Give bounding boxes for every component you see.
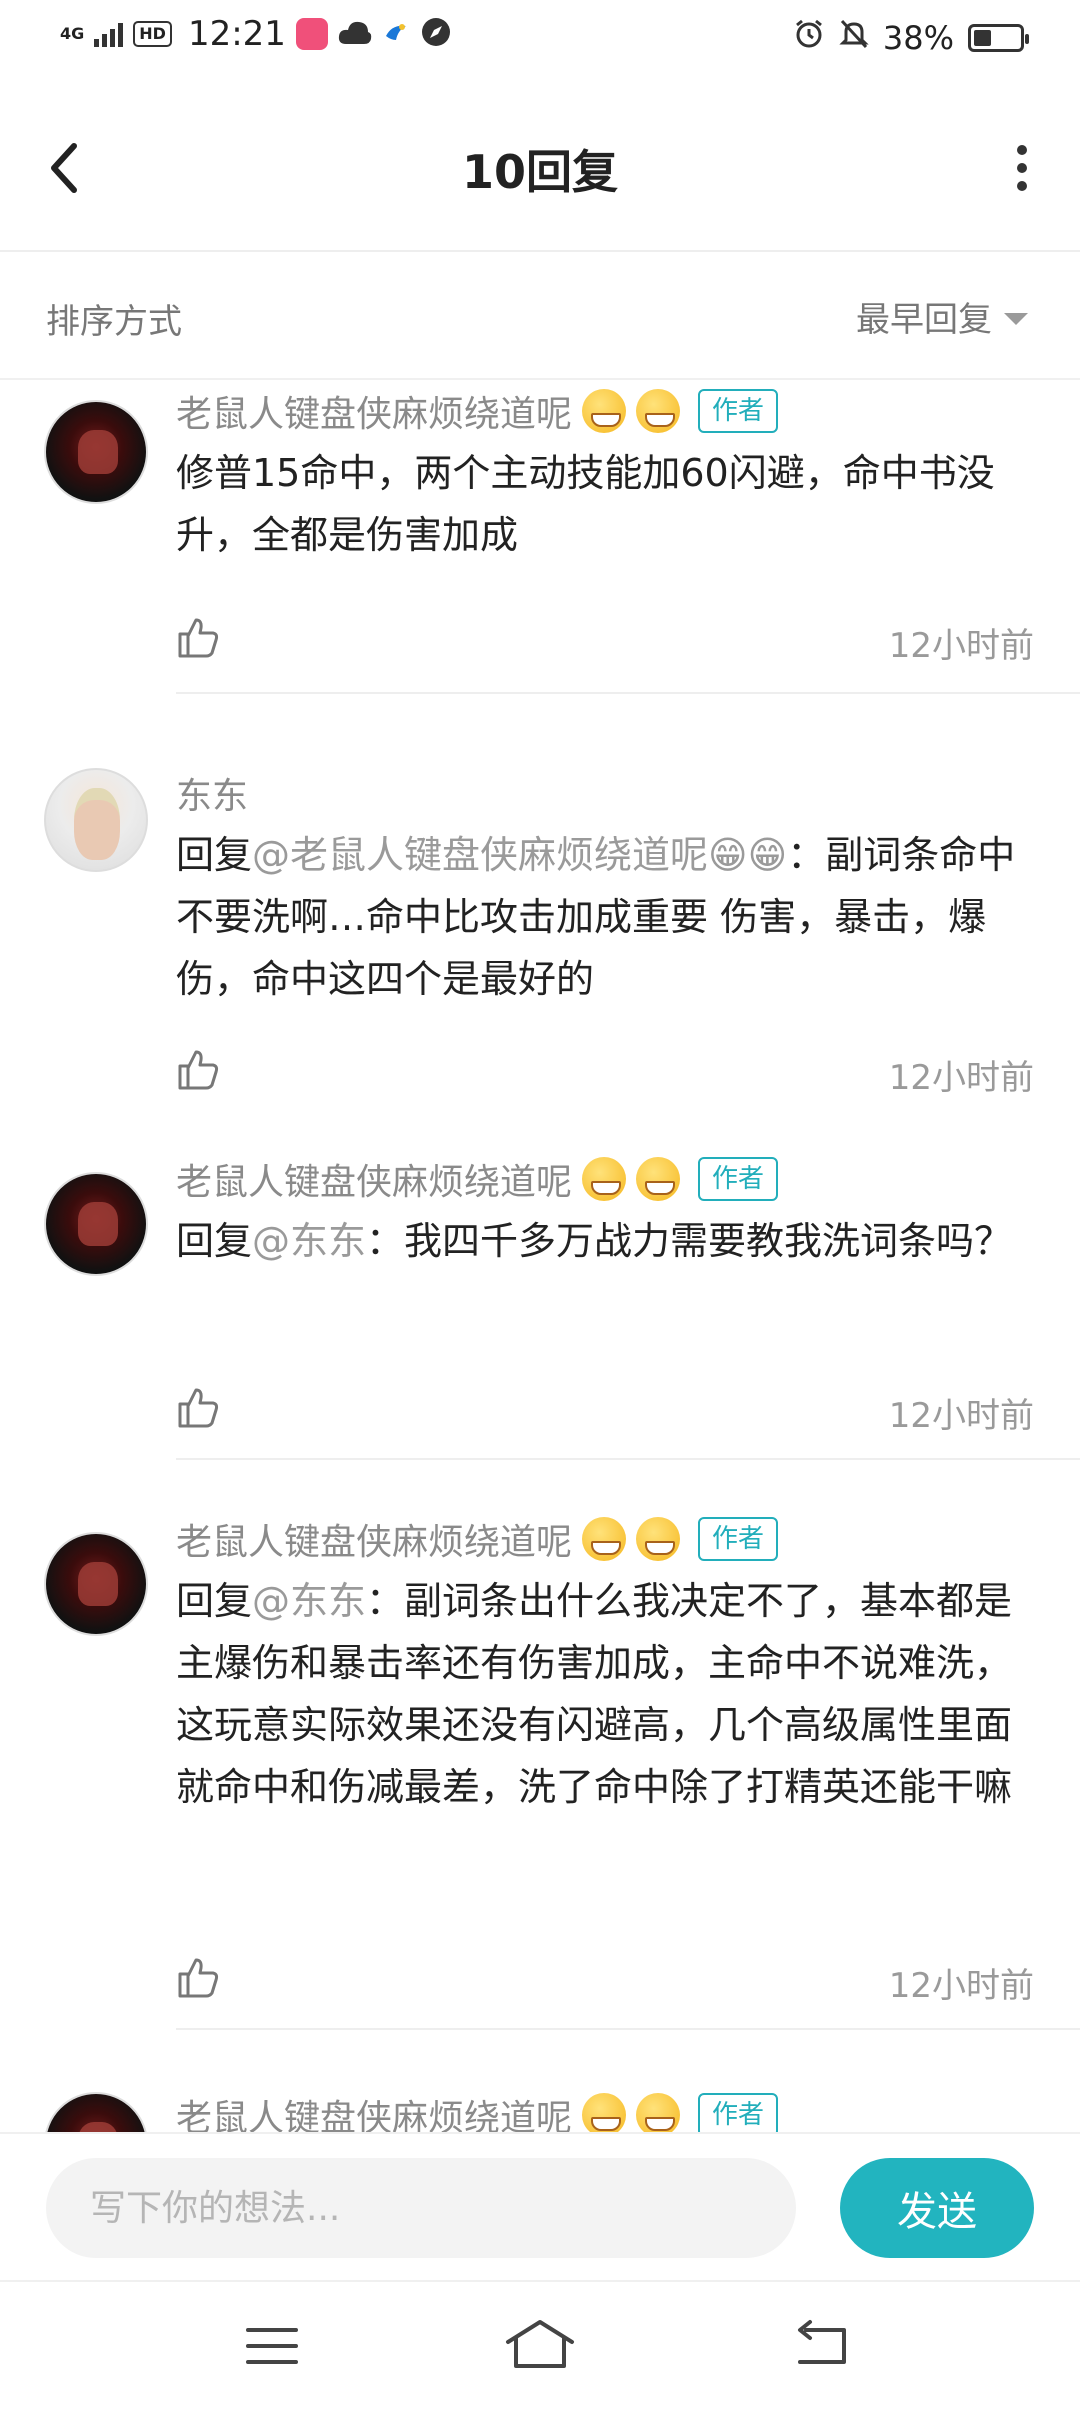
reply-input[interactable] (46, 2158, 796, 2258)
cloud-icon (338, 18, 372, 50)
battery-icon (968, 24, 1029, 52)
author-badge: 作者 (698, 1157, 779, 1201)
system-nav-bar (0, 2280, 1080, 2410)
avatar[interactable] (44, 1532, 148, 1636)
mention-link[interactable]: @老鼠人键盘侠麻烦绕道呢😁😁 (252, 833, 787, 877)
bird-icon (382, 18, 410, 50)
reply-separator: ： (366, 1579, 405, 1623)
signal-icon (94, 21, 124, 47)
menu-icon[interactable] (240, 2316, 304, 2376)
author-name[interactable]: 老鼠人键盘侠麻烦绕道呢 (176, 385, 572, 437)
sort-label: 排序方式 (46, 302, 182, 342)
author-name[interactable]: 老鼠人键盘侠麻烦绕道呢 (176, 1513, 572, 1565)
sort-bar: 排序方式 最早回复 (0, 252, 1080, 380)
reply-text: 回复@东东：副词条出什么我决定不了，基本都是主爆伤和暴击率还有伤害加成，主命中不… (176, 1570, 1034, 1818)
avatar[interactable] (44, 2092, 148, 2132)
grin-emoji-icon (582, 1157, 627, 1201)
grin-emoji-icon (636, 2093, 681, 2132)
grin-emoji-icon (582, 1517, 627, 1561)
avatar[interactable] (44, 768, 148, 872)
grin-emoji-icon (582, 2093, 627, 2132)
reply-separator: ： (366, 1219, 405, 1263)
reply-time: 12小时前 (888, 1966, 1034, 2006)
divider (176, 1458, 1080, 1460)
reply-list[interactable]: 老鼠人键盘侠麻烦绕道呢 作者 修普15命中，两个主动技能加60闪避，命中书没升，… (0, 380, 1080, 2132)
reply-body: 我四千多万战力需要教我洗词条吗？ (404, 1219, 1013, 1263)
grin-emoji-icon (636, 1517, 681, 1561)
alarm-icon (793, 18, 825, 58)
compose-bar: 发送 (0, 2132, 1080, 2282)
author-badge: 作者 (698, 2093, 779, 2132)
reply-time: 12小时前 (888, 1396, 1034, 1436)
divider (176, 2028, 1080, 2030)
status-right: 38% (793, 18, 1029, 58)
sort-dropdown[interactable]: 最早回复 (856, 292, 1028, 341)
grin-emoji-icon (636, 1157, 681, 1201)
avatar[interactable] (44, 400, 148, 504)
thumbs-up-icon[interactable] (176, 616, 220, 660)
more-vertical-icon[interactable] (992, 136, 1052, 200)
app-notification-icon (295, 18, 328, 50)
thumbs-up-icon[interactable] (176, 1386, 220, 1430)
author-badge: 作者 (698, 389, 779, 433)
thumbs-up-icon[interactable] (176, 1048, 220, 1092)
return-icon[interactable] (790, 2316, 854, 2376)
compass-icon (420, 16, 452, 52)
mute-bell-icon (839, 18, 869, 58)
battery-percent: 38% (882, 19, 954, 57)
avatar[interactable] (44, 1172, 148, 1276)
grin-emoji-icon (636, 389, 681, 433)
status-bar: 4G HD 12:21 38% (0, 0, 1080, 86)
reply-prefix: 回复 (176, 833, 253, 877)
divider (176, 692, 1080, 694)
mention-link[interactable]: @东东 (252, 1579, 366, 1623)
page-title: 10回复 (461, 145, 618, 199)
reply-prefix: 回复 (176, 1219, 253, 1263)
reply-separator: ： (787, 833, 826, 877)
reply-text: 回复@东东：我四千多万战力需要教我洗词条吗？ (176, 1210, 1034, 1272)
send-button[interactable]: 发送 (840, 2158, 1034, 2258)
battery-fill (974, 30, 991, 46)
top-bar: 10回复 (0, 86, 1080, 252)
reply-time: 12小时前 (888, 1058, 1034, 1098)
reply-text: 回复@老鼠人键盘侠麻烦绕道呢😁😁：副词条命中不要洗啊…命中比攻击加成重要 伤害，… (176, 824, 1034, 1010)
author-badge: 作者 (698, 1517, 779, 1561)
author-name[interactable]: 东东 (176, 767, 248, 819)
hd-badge: HD (133, 21, 172, 47)
home-icon[interactable] (502, 2316, 574, 2376)
reply-time: 12小时前 (888, 626, 1034, 666)
grin-emoji-icon (582, 389, 627, 433)
sort-selected-value: 最早回复 (856, 300, 992, 340)
thumbs-up-icon[interactable] (176, 1956, 220, 2000)
reply-text: 修普15命中，两个主动技能加60闪避，命中书没升，全都是伤害加成 (176, 451, 995, 557)
mention-link[interactable]: @东东 (252, 1219, 366, 1263)
author-name[interactable]: 老鼠人键盘侠麻烦绕道呢 (176, 2089, 572, 2132)
author-name[interactable]: 老鼠人键盘侠麻烦绕道呢 (176, 1153, 572, 1205)
network-label: 4G (60, 24, 85, 43)
chevron-down-icon (1004, 312, 1028, 325)
reply-prefix: 回复 (176, 1579, 253, 1623)
clock: 12:21 (187, 14, 286, 54)
status-left: 4G HD 12:21 (60, 14, 452, 54)
